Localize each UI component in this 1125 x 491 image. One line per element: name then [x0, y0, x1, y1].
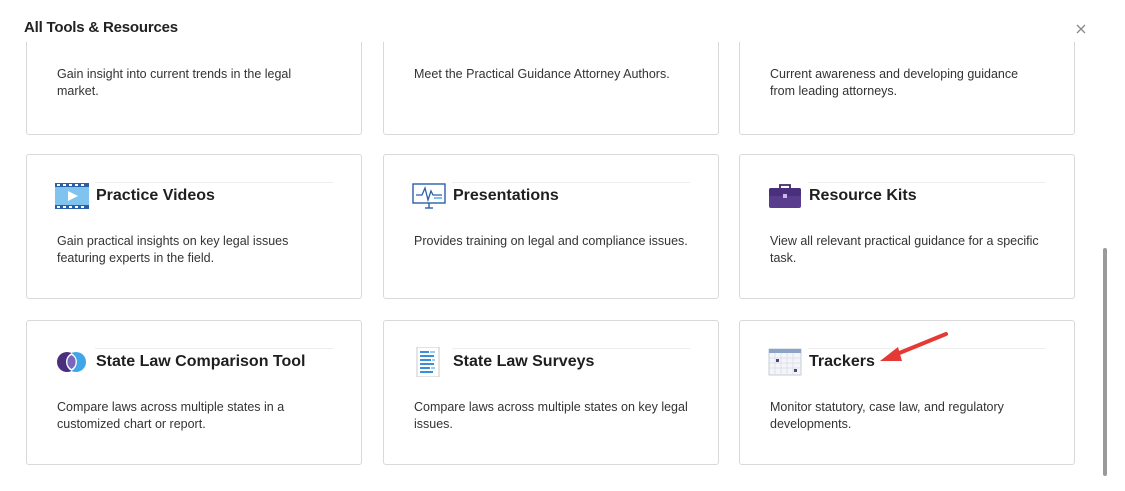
- tool-card-presentations[interactable]: Presentations Provides training on legal…: [383, 154, 719, 299]
- card-title: Presentations: [453, 187, 559, 204]
- card-title: State Law Surveys: [453, 353, 595, 370]
- tool-card-practice-videos[interactable]: Practice Videos Gain practical insights …: [26, 154, 362, 299]
- tool-card-attorney-authors[interactable]: Meet the Practical Guidance Attorney Aut…: [383, 42, 719, 135]
- presentation-board-icon: [412, 182, 446, 210]
- card-description: View all relevant practical guidance for…: [770, 234, 1039, 265]
- card-title: Trackers: [809, 353, 875, 370]
- modal-title: All Tools & Resources: [24, 19, 178, 36]
- scrollbar-thumb[interactable]: [1103, 248, 1107, 476]
- venn-circles-icon: [55, 348, 89, 376]
- calendar-grid-icon: [768, 348, 802, 376]
- tool-card-trackers[interactable]: Trackers Monitor statutory, case law, an…: [739, 320, 1075, 465]
- card-description: Gain insight into current trends in the …: [57, 67, 292, 98]
- briefcase-icon: [768, 182, 802, 210]
- card-title: Resource Kits: [809, 187, 917, 204]
- card-title: Practice Videos: [96, 187, 215, 204]
- card-description: Gain practical insights on key legal iss…: [57, 234, 289, 265]
- close-button[interactable]: [1072, 20, 1090, 38]
- card-title: State Law Comparison Tool: [96, 353, 306, 370]
- tools-grid: Gain insight into current trends in the …: [0, 42, 1100, 491]
- card-description: Monitor statutory, case law, and regulat…: [770, 400, 1004, 431]
- tool-card-state-law-comparison[interactable]: State Law Comparison Tool Compare laws a…: [26, 320, 362, 465]
- tool-card-market-trends[interactable]: Gain insight into current trends in the …: [26, 42, 362, 135]
- close-icon: [1076, 24, 1086, 34]
- card-description: Meet the Practical Guidance Attorney Aut…: [414, 67, 670, 81]
- tool-card-state-law-surveys[interactable]: State Law Surveys Compare laws across mu…: [383, 320, 719, 465]
- card-description: Provides training on legal and complianc…: [414, 234, 688, 248]
- film-icon: [55, 182, 89, 210]
- document-list-icon: [412, 347, 446, 377]
- tool-card-resource-kits[interactable]: Resource Kits View all relevant practica…: [739, 154, 1075, 299]
- card-description: Compare laws across multiple states on k…: [414, 400, 688, 431]
- card-description: Current awareness and developing guidanc…: [770, 67, 1019, 98]
- card-description: Compare laws across multiple states in a…: [57, 400, 285, 431]
- tool-card-current-awareness[interactable]: Current awareness and developing guidanc…: [739, 42, 1075, 135]
